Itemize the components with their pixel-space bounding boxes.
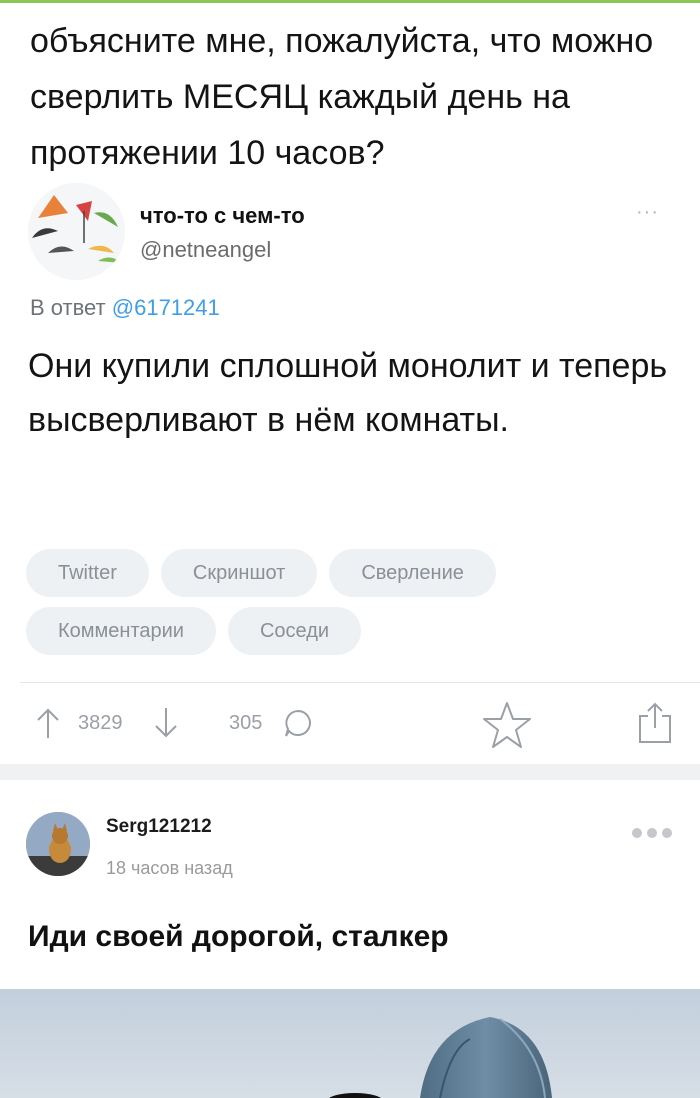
tweet-more-icon: ··· bbox=[636, 201, 659, 223]
tweet-screenshot: объясните мне, пожалуйста, что можно све… bbox=[0, 3, 700, 533]
comment-timestamp: 18 часов назад bbox=[106, 858, 233, 878]
arrow-up-icon[interactable] bbox=[30, 700, 66, 746]
tag-row: Комментарии Соседи bbox=[26, 607, 676, 655]
comment-photo[interactable] bbox=[0, 989, 700, 1098]
tag-comments[interactable]: Комментарии bbox=[26, 607, 216, 655]
comment-count: 305 bbox=[229, 712, 263, 734]
share-icon[interactable] bbox=[636, 700, 674, 746]
star-icon[interactable] bbox=[480, 700, 534, 750]
tweet-reply-text: Они купили сплошной монолит и теперь выс… bbox=[28, 347, 668, 439]
rating-count: 3829 bbox=[78, 712, 123, 734]
tweet-author-name: что-то с чем-то bbox=[140, 203, 305, 228]
divider bbox=[20, 682, 700, 683]
tag-screenshot[interactable]: Скриншот bbox=[160, 549, 318, 597]
tweet-reply-line: В ответ @6171241 bbox=[30, 295, 220, 321]
more-options-icon[interactable] bbox=[630, 823, 674, 848]
tweet-author-avatar bbox=[28, 183, 125, 280]
tag-row: Twitter Скриншот Сверление bbox=[26, 549, 676, 597]
tag-drilling[interactable]: Сверление bbox=[329, 549, 496, 597]
comment-avatar[interactable] bbox=[26, 812, 90, 876]
comment-text: Иди своей дорогой, сталкер bbox=[28, 920, 449, 953]
arrow-down-icon[interactable] bbox=[148, 700, 184, 746]
tweet-author-handle: @netneangel bbox=[140, 237, 272, 262]
tweet-question-text: объясните мне, пожалуйста, что можно све… bbox=[30, 22, 654, 172]
tag-neighbors[interactable]: Соседи bbox=[227, 607, 362, 655]
post-actions: 3829 305 bbox=[0, 700, 700, 750]
tag-twitter[interactable]: Twitter bbox=[26, 549, 149, 597]
section-divider bbox=[0, 764, 700, 780]
speech-bubble-icon[interactable] bbox=[282, 700, 314, 746]
comment-username[interactable]: Serg121212 bbox=[106, 816, 212, 838]
reply-to-link: @6171241 bbox=[111, 295, 220, 320]
reply-prefix: В ответ bbox=[30, 295, 106, 320]
tag-list: Twitter Скриншот Сверление Комментарии С… bbox=[26, 549, 676, 665]
